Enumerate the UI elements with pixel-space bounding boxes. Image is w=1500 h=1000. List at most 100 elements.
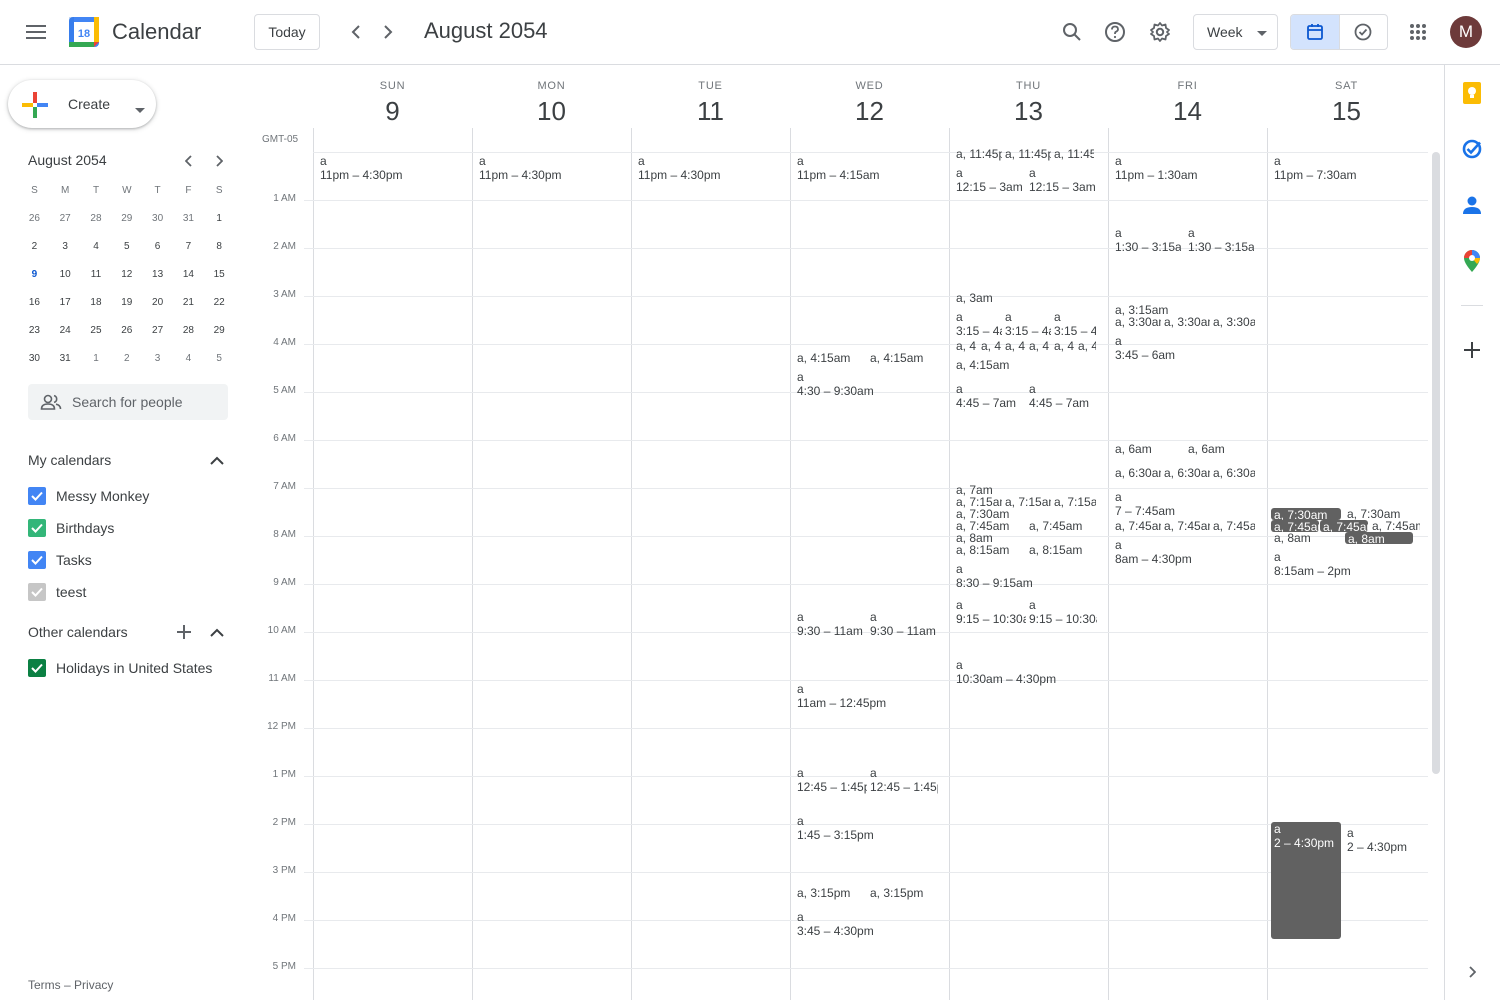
day-column-header[interactable]: WED 12 [790, 80, 949, 127]
calendar-event[interactable]: a 8am – 4:30pm [1115, 538, 1255, 572]
expand-panel-chevron-right-icon[interactable] [1460, 960, 1484, 984]
day-number[interactable]: 13 [949, 96, 1108, 127]
mini-calendar-day[interactable]: 11 [81, 260, 112, 288]
day-column-header[interactable]: FRI 14 [1108, 80, 1267, 127]
mini-calendar-day[interactable]: 9 [19, 260, 50, 288]
today-button[interactable]: Today [254, 14, 320, 50]
calendar-event[interactable]: a 11am – 12:45pm [797, 682, 937, 716]
my-calendars-header[interactable]: My calendars [28, 452, 111, 468]
main-menu-icon[interactable] [16, 12, 56, 52]
mini-calendar-day[interactable]: 7 [173, 232, 204, 260]
calendar-view-icon[interactable] [1291, 15, 1339, 49]
calendar-event[interactable]: a 3:45 – 6am [1115, 334, 1255, 368]
calendar-event[interactable]: a2 – 4:30pm [1347, 826, 1417, 860]
calendar-event[interactable]: a1:30 – 3:15am [1188, 226, 1254, 260]
calendar-event[interactable]: a, 6:30am [1213, 466, 1255, 480]
calendar-event[interactable]: a, 8am [1274, 531, 1344, 545]
mini-calendar-day[interactable]: 31 [173, 204, 204, 232]
calendar-checkbox[interactable] [28, 519, 46, 537]
contacts-icon[interactable] [1460, 193, 1484, 217]
mini-calendar-day[interactable]: 31 [50, 344, 81, 372]
calendar-event[interactable]: a, 3:30am [1213, 315, 1255, 329]
mini-calendar-day[interactable]: 27 [142, 316, 173, 344]
day-number[interactable]: 12 [790, 96, 949, 127]
mini-calendar-day[interactable]: 4 [81, 232, 112, 260]
grid-scrollbar[interactable] [1432, 152, 1440, 774]
calendar-event[interactable]: a 1:45 – 3:15pm [797, 814, 937, 848]
mini-calendar-day[interactable]: 3 [142, 344, 173, 372]
mini-calendar-day[interactable]: 21 [173, 288, 204, 316]
mini-calendar-day[interactable]: 19 [111, 288, 142, 316]
calendar-event[interactable]: a 11pm – 7:30am [1274, 154, 1414, 188]
mini-calendar-day[interactable]: 17 [50, 288, 81, 316]
calendar-event[interactable]: a, 8am [1345, 532, 1413, 544]
mini-calendar-day[interactable]: 25 [81, 316, 112, 344]
calendar-event[interactable]: a2 – 4:30pm [1271, 822, 1341, 939]
calendar-checkbox[interactable] [28, 487, 46, 505]
mini-calendar-day[interactable]: 22 [204, 288, 235, 316]
mini-calendar-day[interactable]: 2 [111, 344, 142, 372]
mini-calendar-day[interactable]: 1 [81, 344, 112, 372]
mini-calendar-day[interactable]: 30 [142, 204, 173, 232]
calendar-event[interactable]: a9:15 – 10:30am [1029, 598, 1097, 632]
day-column-header[interactable]: SAT 15 [1267, 80, 1426, 127]
search-icon[interactable] [1052, 12, 1092, 52]
mini-calendar-day[interactable]: 5 [204, 344, 235, 372]
settings-gear-icon[interactable] [1140, 12, 1180, 52]
calendar-event[interactable]: a, 4:15am [956, 358, 1096, 372]
calendar-event[interactable]: a, 11:45pm [956, 147, 1002, 161]
tasks-icon[interactable] [1460, 137, 1484, 161]
calendar-event[interactable]: a, 6am [1115, 442, 1185, 456]
mini-calendar-day[interactable]: 2 [19, 232, 50, 260]
calendar-event[interactable]: a1:30 – 3:15am [1115, 226, 1181, 260]
calendar-event[interactable]: a, 4am [981, 339, 1001, 353]
mini-calendar-day[interactable]: 24 [50, 316, 81, 344]
calendar-event[interactable]: a, 8:15am [956, 543, 1026, 557]
mini-calendar-day[interactable]: 10 [50, 260, 81, 288]
mini-calendar-day[interactable]: 3 [50, 232, 81, 260]
calendar-event[interactable]: a 3:45 – 4:30pm [797, 910, 937, 944]
add-calendar-plus-icon[interactable] [172, 620, 196, 644]
calendar-event[interactable]: a 4:45 – 7am [1029, 382, 1097, 416]
calendar-event[interactable]: a 8:30 – 9:15am [956, 562, 1096, 596]
tasks-view-check-icon[interactable] [1338, 15, 1387, 49]
calendar-event[interactable]: a, 11:45pm [1054, 147, 1094, 161]
mini-calendar-day[interactable]: 30 [19, 344, 50, 372]
calendar-event[interactable]: a, 4am [1029, 339, 1049, 353]
add-addon-plus-icon[interactable] [1460, 338, 1484, 362]
collapse-chevron-up-icon[interactable] [205, 620, 229, 644]
my-calendar-item[interactable]: teest [28, 580, 86, 604]
mini-calendar-day[interactable]: 26 [111, 316, 142, 344]
calendar-event[interactable]: a 4:45 – 7am [956, 382, 1026, 416]
calendar-event[interactable]: a 4:30 – 9:30am [797, 370, 937, 404]
calendar-event[interactable]: a, 4am [1054, 339, 1074, 353]
other-calendars-header[interactable]: Other calendars [28, 624, 128, 640]
calendar-event[interactable]: a12:45 – 1:45pm [797, 766, 867, 800]
mini-calendar-day[interactable]: 15 [204, 260, 235, 288]
calendar-event[interactable]: a 11pm – 1:30am [1115, 154, 1255, 188]
next-week-chevron-right-icon[interactable] [368, 12, 408, 52]
calendar-event[interactable]: a 12:15 – 3am [1029, 166, 1095, 200]
my-calendar-item[interactable]: Birthdays [28, 516, 114, 540]
search-people-input[interactable] [72, 384, 222, 420]
create-button[interactable]: Create [8, 80, 156, 128]
mini-calendar-day[interactable]: 12 [111, 260, 142, 288]
mini-calendar-day[interactable]: 27 [50, 204, 81, 232]
mini-calendar-day[interactable]: 6 [142, 232, 173, 260]
calendar-event[interactable]: a, 4am [956, 339, 976, 353]
calendar-event[interactable]: a, 4:15am [870, 351, 940, 365]
calendar-event[interactable]: a, 4am [1078, 339, 1096, 353]
maps-pin-icon[interactable] [1460, 249, 1484, 273]
view-switcher-dropdown[interactable]: Week [1193, 14, 1278, 50]
day-number[interactable]: 9 [313, 96, 472, 127]
calendar-event[interactable]: a 9:30 – 11am [797, 610, 867, 644]
mini-calendar-day[interactable]: 26 [19, 204, 50, 232]
day-number[interactable]: 10 [472, 96, 631, 127]
mini-calendar-day[interactable]: 28 [81, 204, 112, 232]
day-column-header[interactable]: MON 10 [472, 80, 631, 127]
calendar-event[interactable]: a 8:15am – 2pm [1274, 550, 1414, 584]
calendar-event[interactable]: a, 7:45am [1115, 519, 1161, 533]
my-calendar-item[interactable]: Messy Monkey [28, 484, 149, 508]
mini-calendar-day[interactable]: 13 [142, 260, 173, 288]
calendar-event[interactable]: a 11pm – 4:30pm [479, 154, 619, 188]
